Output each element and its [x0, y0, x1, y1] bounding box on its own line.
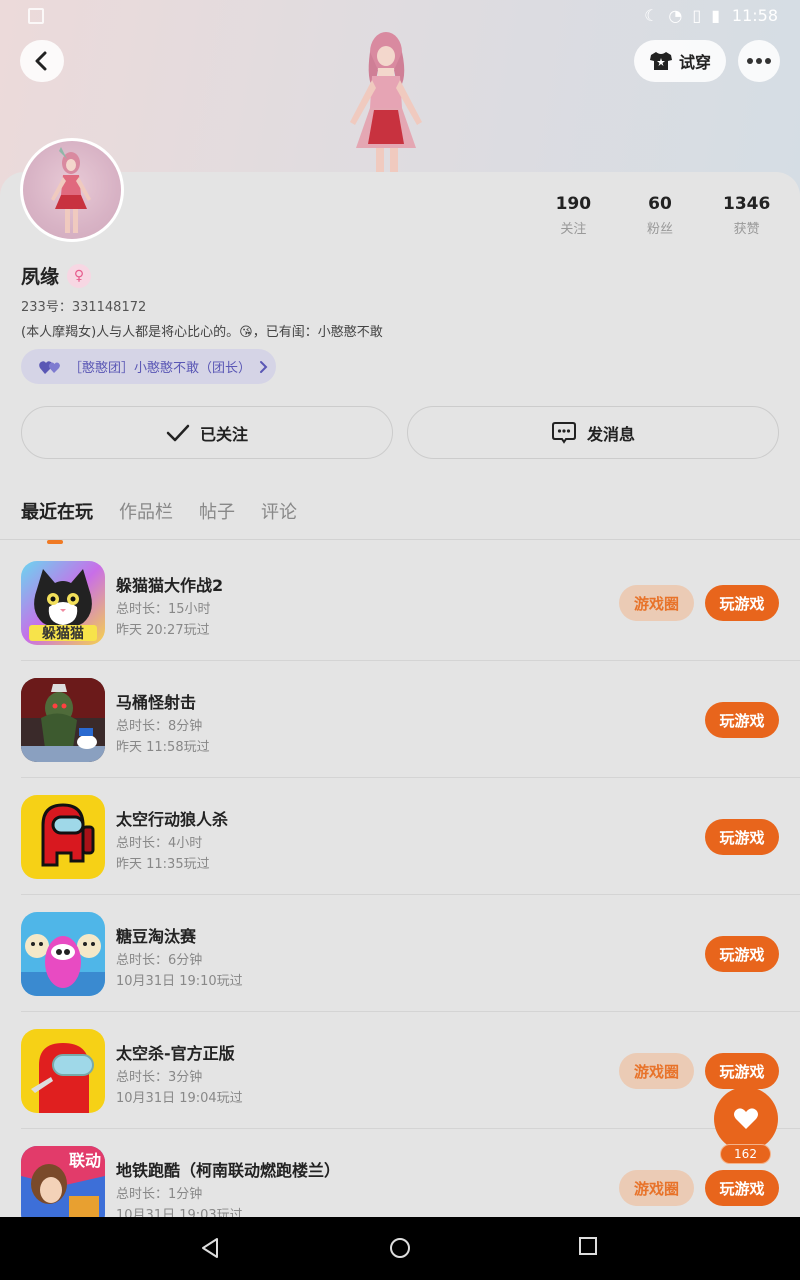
avatar[interactable] [20, 138, 124, 242]
stat-value: 1346 [723, 194, 771, 214]
username: 夙缘 [21, 266, 60, 288]
game-last-played: 10月31日 19:10玩过 [116, 974, 243, 989]
chevron-right-icon [260, 360, 268, 373]
game-title: 太空行动狼人杀 [116, 810, 229, 829]
game-row[interactable]: 太空杀-官方正版 总时长：3分钟 10月31日 19:04玩过 游戏圈 玩游戏 [21, 1012, 800, 1129]
game-row[interactable]: 联动 地铁跑酷（柯南联动燃跑楼兰） 总时长：1分钟 10月31日 19:03玩过… [21, 1129, 800, 1217]
followed-label: 已关注 [199, 424, 248, 444]
nav-back-icon[interactable] [200, 1237, 220, 1259]
game-circle-button[interactable]: 游戏圈 [619, 1170, 694, 1206]
profile-tabs: 最近在玩 作品栏 帖子 评论 [21, 498, 297, 544]
send-message-label: 发消息 [586, 424, 635, 444]
status-icons: ☾ ◔ ▯ ▮ [644, 6, 720, 25]
play-game-button[interactable]: 玩游戏 [705, 936, 779, 972]
recent-games-list: 躲猫猫 躲猫猫大作战2 总时长：15小时 昨天 20:27玩过 游戏圈 玩游戏 … [0, 544, 800, 1217]
game-last-played: 10月31日 19:03玩过 [116, 1208, 243, 1217]
game-last-played: 昨天 11:58玩过 [116, 740, 210, 755]
tabs-divider [0, 539, 800, 540]
no-sim-icon: ▯ [692, 6, 702, 25]
like-fab-button[interactable] [714, 1087, 778, 1151]
user-bio: (本人摩羯女)人与人都是将心比心的。😘，已有闺：小憨憨不敢 [21, 325, 383, 340]
game-icon-hide-and-seek-cat[interactable]: 躲猫猫 [21, 561, 105, 645]
game-icon-space-kill[interactable] [21, 1029, 105, 1113]
game-circle-button[interactable]: 游戏圈 [619, 1053, 694, 1089]
more-dots-icon [747, 58, 771, 64]
game-duration: 总时长：6分钟 [116, 953, 203, 968]
game-duration: 总时长：4小时 [116, 836, 203, 851]
game-icon-space-werewolf[interactable] [21, 795, 105, 879]
svg-text:躲猫猫: 躲猫猫 [42, 625, 84, 642]
profile-stats: 190 关注 60 粉丝 1346 获赞 [530, 194, 790, 237]
game-duration: 总时长：3分钟 [116, 1070, 203, 1085]
like-count-badge: 162 [720, 1144, 771, 1164]
tryon-label: 试穿 [678, 53, 711, 72]
play-game-button[interactable]: 玩游戏 [705, 702, 779, 738]
game-last-played: 10月31日 19:04玩过 [116, 1091, 243, 1106]
stat-label: 关注 [560, 222, 587, 237]
username-row: 夙缘 ♀ [21, 262, 92, 289]
user-id: 233号：331148172 [21, 300, 147, 315]
game-icon-toilet-monster[interactable] [21, 678, 105, 762]
avatar-figure [51, 147, 91, 233]
game-duration: 总时长：15小时 [116, 602, 211, 617]
status-bar: ☾ ◔ ▯ ▮ 11:58 [0, 0, 800, 32]
game-row[interactable]: 糖豆淘汰赛 总时长：6分钟 10月31日 19:10玩过 玩游戏 [21, 895, 800, 1012]
stat-followers[interactable]: 60 粉丝 [617, 194, 704, 237]
tab-works[interactable]: 作品栏 [119, 498, 173, 524]
stat-value: 190 [555, 194, 592, 214]
game-title: 糖豆淘汰赛 [116, 927, 197, 946]
game-duration: 总时长：8分钟 [116, 719, 203, 734]
stat-likes[interactable]: 1346 获赞 [703, 194, 790, 237]
play-game-button[interactable]: 玩游戏 [705, 585, 779, 621]
chevron-left-icon [35, 51, 47, 71]
nav-recents-icon[interactable] [579, 1237, 597, 1255]
double-heart-icon [39, 360, 60, 374]
game-last-played: 昨天 11:35玩过 [116, 857, 210, 872]
wifi-icon: ◔ [668, 6, 683, 25]
shirt-icon [649, 52, 672, 70]
game-row[interactable]: 马桶怪射击 总时长：8分钟 昨天 11:58玩过 玩游戏 [21, 661, 800, 778]
game-row[interactable]: 太空行动狼人杀 总时长：4小时 昨天 11:35玩过 玩游戏 [21, 778, 800, 895]
game-duration: 总时长：1分钟 [116, 1187, 203, 1202]
game-title: 躲猫猫大作战2 [116, 576, 224, 595]
tryon-button[interactable]: 试穿 [634, 40, 726, 82]
game-row[interactable]: 躲猫猫 躲猫猫大作战2 总时长：15小时 昨天 20:27玩过 游戏圈 玩游戏 [21, 544, 800, 661]
checkmark-icon [166, 424, 190, 441]
game-title: 太空杀-官方正版 [116, 1044, 235, 1063]
group-badge[interactable]: ［憨憨团］小憨憨不敢（团长） [21, 349, 276, 384]
stat-following[interactable]: 190 关注 [530, 194, 617, 237]
send-message-button[interactable]: 发消息 [407, 406, 779, 459]
gallery-notification-icon [28, 8, 44, 24]
system-navigation-bar [0, 1217, 800, 1280]
female-gender-icon: ♀ [67, 263, 92, 288]
game-circle-button[interactable]: 游戏圈 [619, 585, 694, 621]
game-last-played: 昨天 20:27玩过 [116, 623, 210, 638]
game-icon-fall-guys[interactable] [21, 912, 105, 996]
chat-bubble-icon [551, 421, 576, 444]
group-badge-label: ［憨憨团］小憨憨不敢（团长） [69, 361, 252, 376]
play-game-button[interactable]: 玩游戏 [705, 819, 779, 855]
back-button[interactable] [20, 40, 64, 82]
avatar-3d-figure [350, 32, 422, 175]
game-title: 马桶怪射击 [116, 693, 197, 712]
play-game-button[interactable]: 玩游戏 [705, 1170, 779, 1206]
game-icon-subway-surfers[interactable]: 联动 [21, 1146, 105, 1217]
play-game-button[interactable]: 玩游戏 [705, 1053, 779, 1089]
heart-icon [734, 1108, 758, 1129]
moon-icon: ☾ [644, 6, 659, 25]
followed-button[interactable]: 已关注 [21, 406, 393, 459]
stat-label: 获赞 [733, 222, 760, 237]
tab-comments[interactable]: 评论 [261, 498, 297, 524]
battery-icon: ▮ [711, 6, 720, 25]
stat-value: 60 [648, 194, 672, 214]
nav-home-icon[interactable] [389, 1237, 411, 1259]
svg-text:联动: 联动 [69, 1151, 101, 1170]
stat-label: 粉丝 [647, 222, 674, 237]
tab-recently-played[interactable]: 最近在玩 [21, 498, 93, 544]
game-title: 地铁跑酷（柯南联动燃跑楼兰） [116, 1161, 341, 1180]
tab-posts[interactable]: 帖子 [199, 498, 235, 524]
status-time: 11:58 [731, 6, 778, 25]
more-options-button[interactable] [738, 40, 780, 82]
